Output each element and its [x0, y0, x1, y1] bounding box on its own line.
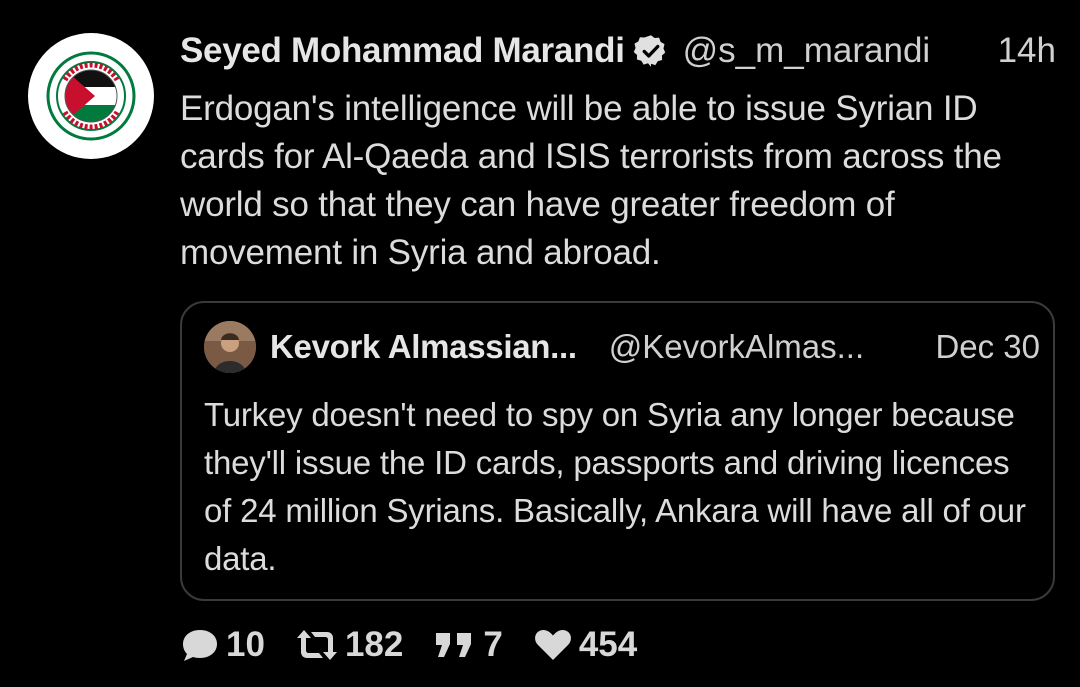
reply-button[interactable]: 10: [180, 625, 265, 665]
reply-bubble-icon: [183, 630, 217, 661]
retweet-icon: [296, 630, 337, 660]
author-avatar[interactable]: [28, 33, 154, 159]
quoted-tweet-header: Kevork Almassian... @KevorkAlmas... Dec …: [270, 323, 1040, 371]
tweet-header: Seyed Mohammad Marandi @s_m_marandi 14h: [180, 26, 1060, 76]
tweet-actions-bar: 10 182 7 454: [180, 620, 667, 670]
quote-marks-icon: [436, 633, 472, 657]
quote-count: 7: [483, 625, 503, 664]
tweet-timestamp[interactable]: 14h: [998, 31, 1060, 71]
quoted-author-display-name[interactable]: Kevork Almassian...: [270, 328, 577, 366]
quoted-tweet-text: Turkey doesn't need to spy on Syria any …: [204, 396, 1026, 577]
heart-icon: [534, 629, 571, 660]
quoted-tweet-timestamp[interactable]: Dec 30: [935, 328, 1040, 366]
quoted-tweet-card[interactable]: Kevork Almassian... @KevorkAlmas... Dec …: [180, 301, 1055, 601]
verified-badge-icon: [633, 33, 669, 69]
reply-count: 10: [226, 625, 265, 664]
author-handle[interactable]: @s_m_marandi: [683, 31, 931, 71]
tweet-text: Erdogan's intelligence will be able to i…: [180, 89, 1002, 272]
quote-tweets-button[interactable]: 7: [433, 625, 503, 665]
save-gaza-badge-icon: [46, 51, 136, 141]
person-photo-icon: [204, 321, 256, 373]
retweet-button[interactable]: 182: [295, 625, 403, 665]
like-button[interactable]: 454: [533, 625, 637, 665]
like-count: 454: [578, 625, 638, 664]
author-display-name[interactable]: Seyed Mohammad Marandi: [180, 31, 625, 71]
quoted-author-handle[interactable]: @KevorkAlmas...: [609, 328, 864, 366]
retweet-count: 182: [344, 625, 404, 664]
quoted-author-avatar[interactable]: [204, 321, 256, 373]
